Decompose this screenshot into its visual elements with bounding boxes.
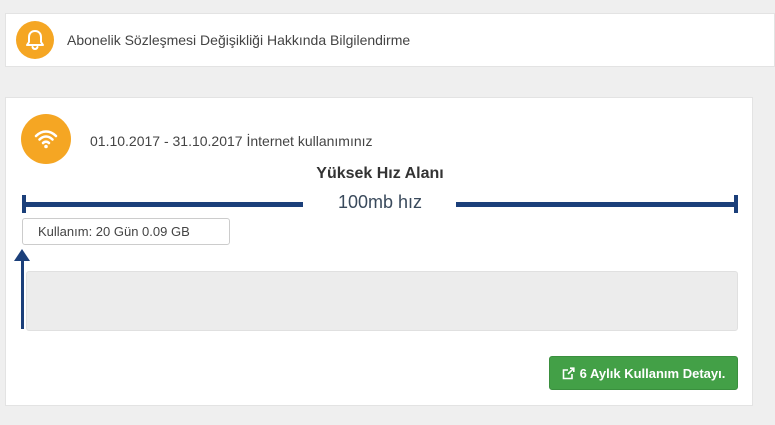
usage-period: 01.10.2017 - 31.10.2017 İnternet kullanı… bbox=[90, 133, 373, 149]
external-link-icon bbox=[562, 366, 575, 380]
usage-card: 01.10.2017 - 31.10.2017 İnternet kullanı… bbox=[5, 97, 753, 406]
notice-card[interactable]: Abonelik Sözleşmesi Değişikliği Hakkında… bbox=[5, 13, 775, 67]
bar-right-segment bbox=[456, 202, 738, 207]
usage-detail-button-label: 6 Aylık Kullanım Detayı. bbox=[579, 365, 726, 381]
bar-right-cap bbox=[734, 195, 738, 213]
speed-zone-title: Yüksek Hız Alanı bbox=[316, 165, 444, 182]
usage-pointer-line bbox=[21, 260, 24, 329]
notice-title[interactable]: Abonelik Sözleşmesi Değişikliği Hakkında… bbox=[67, 32, 410, 48]
bell-icon bbox=[16, 21, 54, 59]
usage-area bbox=[26, 271, 738, 331]
usage-label: Kullanım: 20 Gün 0.09 GB bbox=[22, 218, 230, 245]
usage-detail-button[interactable]: 6 Aylık Kullanım Detayı. bbox=[549, 356, 738, 390]
wifi-icon bbox=[21, 114, 71, 164]
